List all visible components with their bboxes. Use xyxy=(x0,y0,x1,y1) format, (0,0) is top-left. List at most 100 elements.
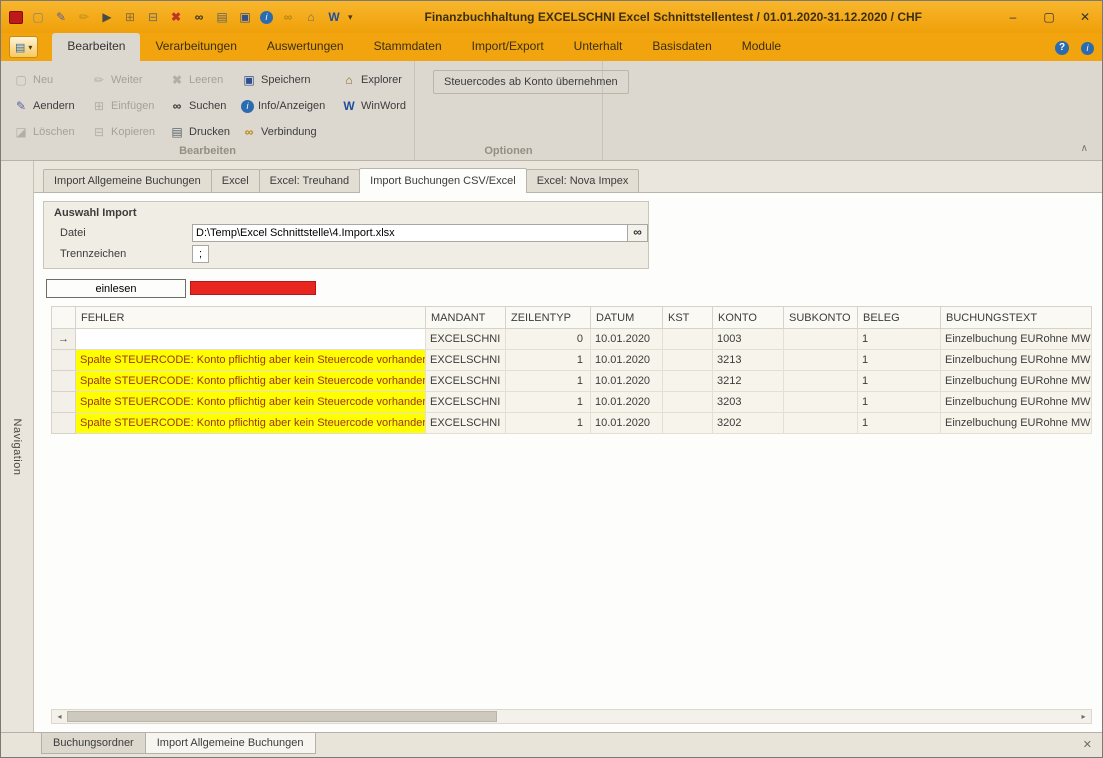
cell-fehler[interactable]: Spalte STEUERCODE: Konto pflichtig aber … xyxy=(76,350,426,371)
paste-icon[interactable]: ⊞ xyxy=(122,10,138,24)
tab-excel-treuhand[interactable]: Excel: Treuhand xyxy=(259,169,361,192)
ribbon-button-neu[interactable]: ▢Neu xyxy=(11,67,89,93)
new-document-icon[interactable]: ▢ xyxy=(30,10,46,24)
cell-konto[interactable]: 3212 xyxy=(713,371,784,392)
navigation-pane-label[interactable]: Navigation xyxy=(11,418,23,475)
menu-tab-auswertungen[interactable]: Auswertungen xyxy=(252,33,359,61)
menu-tab-module[interactable]: Module xyxy=(727,33,796,61)
cell-zeilentyp[interactable]: 0 xyxy=(506,329,591,350)
cell-subkonto[interactable] xyxy=(784,413,858,434)
close-button[interactable]: ✕ xyxy=(1076,10,1094,24)
delete-icon[interactable]: ✖ xyxy=(168,10,184,24)
cell-subkonto[interactable] xyxy=(784,350,858,371)
einlesen-button[interactable]: einlesen xyxy=(46,279,186,298)
run-icon[interactable]: ▶ xyxy=(99,10,115,24)
cell-datum[interactable]: 10.01.2020 xyxy=(591,392,663,413)
ribbon-button-weiter[interactable]: ✏Weiter xyxy=(89,67,167,93)
cell-subkonto[interactable] xyxy=(784,329,858,350)
cell-datum[interactable]: 10.01.2020 xyxy=(591,329,663,350)
cell-mandant[interactable]: EXCELSCHNI xyxy=(426,350,506,371)
about-icon[interactable]: i xyxy=(1081,42,1094,55)
cell-kst[interactable] xyxy=(663,371,713,392)
cell-mandant[interactable]: EXCELSCHNI xyxy=(426,371,506,392)
column-header-datum[interactable]: DATUM xyxy=(591,307,663,329)
cell-fehler[interactable] xyxy=(76,329,426,350)
cell-konto[interactable]: 1003 xyxy=(713,329,784,350)
maximize-button[interactable]: ▢ xyxy=(1040,10,1058,24)
ribbon-button-suchen[interactable]: ∞Suchen xyxy=(167,93,239,119)
save-icon[interactable]: ▣ xyxy=(237,10,253,24)
cell-zeilentyp[interactable]: 1 xyxy=(506,371,591,392)
column-header-kst[interactable]: KST xyxy=(663,307,713,329)
column-header-fehler[interactable]: FEHLER xyxy=(76,307,426,329)
search-icon[interactable]: ∞ xyxy=(191,10,207,24)
file-browse-button[interactable]: ∞ xyxy=(628,224,648,242)
cell-zeilentyp[interactable]: 1 xyxy=(506,392,591,413)
close-icon[interactable]: ✕ xyxy=(1083,738,1092,751)
menu-tab-unterhalt[interactable]: Unterhalt xyxy=(559,33,638,61)
menu-tab-basisdaten[interactable]: Basisdaten xyxy=(637,33,726,61)
cell-konto[interactable]: 3203 xyxy=(713,392,784,413)
tab-import-buchungen-csv-excel[interactable]: Import Buchungen CSV/Excel xyxy=(359,168,527,193)
scroll-left-icon[interactable] xyxy=(52,710,67,723)
ribbon-button-kopieren[interactable]: ⊟Kopieren xyxy=(89,119,167,145)
column-header-beleg[interactable]: BELEG xyxy=(858,307,941,329)
minimize-button[interactable]: – xyxy=(1004,10,1022,24)
cell-datum[interactable]: 10.01.2020 xyxy=(591,371,663,392)
datei-input[interactable] xyxy=(192,224,628,242)
cell-konto[interactable]: 3213 xyxy=(713,350,784,371)
cell-beleg[interactable]: 1 xyxy=(858,413,941,434)
horizontal-scrollbar[interactable] xyxy=(51,709,1092,724)
cell-buchungstext[interactable]: Einzelbuchung EURohne MWST xyxy=(941,329,1092,350)
ribbon-button-steuercodes-ab-konto-übernehmen[interactable]: Steuercodes ab Konto übernehmen xyxy=(433,70,629,94)
cell-subkonto[interactable] xyxy=(784,392,858,413)
navigation-pane[interactable]: Navigation xyxy=(1,161,34,732)
app-logo-icon[interactable] xyxy=(9,11,23,24)
bottom-tab-import-allgemeine-buchungen[interactable]: Import Allgemeine Buchungen xyxy=(145,733,316,754)
pencil-icon[interactable]: ✏ xyxy=(76,10,92,24)
cell-beleg[interactable]: 1 xyxy=(858,329,941,350)
cell-beleg[interactable]: 1 xyxy=(858,392,941,413)
cell-kst[interactable] xyxy=(663,413,713,434)
scroll-right-icon[interactable] xyxy=(1076,710,1091,723)
cell-datum[interactable]: 10.01.2020 xyxy=(591,350,663,371)
link-icon[interactable]: ∞ xyxy=(280,10,296,24)
cell-mandant[interactable]: EXCELSCHNI xyxy=(426,329,506,350)
cell-kst[interactable] xyxy=(663,329,713,350)
ribbon-button-info-anzeigen[interactable]: iInfo/Anzeigen xyxy=(239,93,339,119)
cell-buchungstext[interactable]: Einzelbuchung EURohne MWST xyxy=(941,392,1092,413)
export-icon[interactable]: ⌂ xyxy=(303,10,319,24)
info-icon[interactable]: i xyxy=(260,11,273,24)
cell-buchungstext[interactable]: Einzelbuchung EURohne MWST xyxy=(941,350,1092,371)
ribbon-button-löschen[interactable]: ◪Löschen xyxy=(11,119,89,145)
tab-excel-nova-impex[interactable]: Excel: Nova Impex xyxy=(526,169,640,192)
menu-tab-verarbeitungen[interactable]: Verarbeitungen xyxy=(140,33,251,61)
tab-excel[interactable]: Excel xyxy=(211,169,260,192)
cell-zeilentyp[interactable]: 1 xyxy=(506,413,591,434)
tab-import-allgemeine-buchungen[interactable]: Import Allgemeine Buchungen xyxy=(43,169,212,192)
trennzeichen-input[interactable] xyxy=(192,245,209,263)
ribbon-button-einfügen[interactable]: ⊞Einfügen xyxy=(89,93,167,119)
cell-mandant[interactable]: EXCELSCHNI xyxy=(426,392,506,413)
cell-konto[interactable]: 3202 xyxy=(713,413,784,434)
menu-tab-import-export[interactable]: Import/Export xyxy=(457,33,559,61)
ribbon-collapse-icon[interactable]: ∧ xyxy=(1081,143,1088,154)
edit-document-icon[interactable]: ✎ xyxy=(53,10,69,24)
ribbon-button-aendern[interactable]: ✎Aendern xyxy=(11,93,89,119)
menu-tab-stammdaten[interactable]: Stammdaten xyxy=(359,33,457,61)
ribbon-button-drucken[interactable]: ▤Drucken xyxy=(167,119,239,145)
cell-subkonto[interactable] xyxy=(784,371,858,392)
column-header-buchungstext[interactable]: BUCHUNGSTEXT xyxy=(941,307,1092,329)
ribbon-button-speichern[interactable]: ▣Speichern xyxy=(239,67,339,93)
winword-icon[interactable]: W xyxy=(326,10,342,24)
bottom-tab-buchungsordner[interactable]: Buchungsordner xyxy=(41,733,146,754)
cell-fehler[interactable]: Spalte STEUERCODE: Konto pflichtig aber … xyxy=(76,371,426,392)
ribbon-button-leeren[interactable]: ✖Leeren xyxy=(167,67,239,93)
column-header-subkonto[interactable]: SUBKONTO xyxy=(784,307,858,329)
copy-icon[interactable]: ⊟ xyxy=(145,10,161,24)
print-icon[interactable]: ▤ xyxy=(214,10,230,24)
cell-datum[interactable]: 10.01.2020 xyxy=(591,413,663,434)
cell-kst[interactable] xyxy=(663,392,713,413)
cell-mandant[interactable]: EXCELSCHNI xyxy=(426,413,506,434)
ribbon-button-winword[interactable]: WWinWord xyxy=(339,93,409,119)
